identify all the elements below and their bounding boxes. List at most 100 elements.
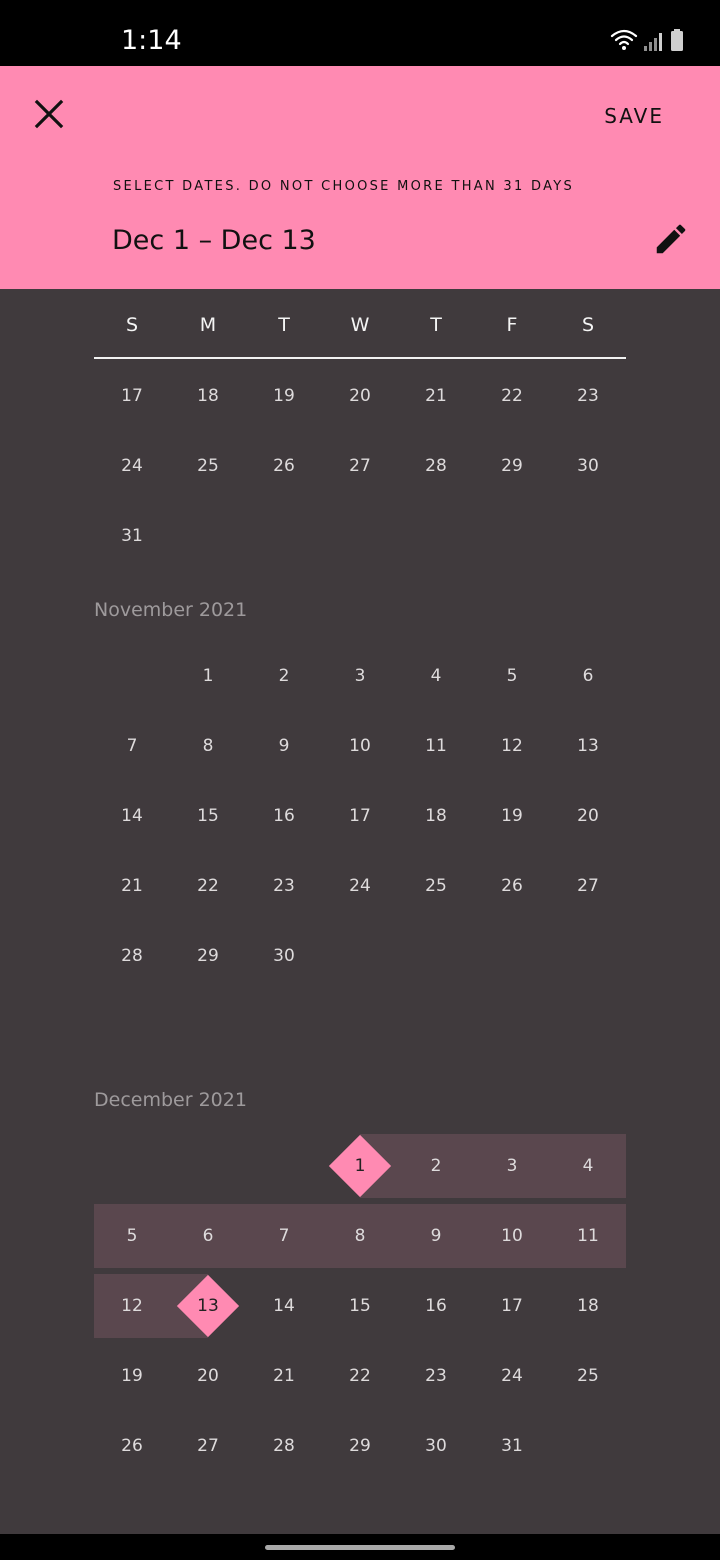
day-cell[interactable]: 29 (322, 1411, 398, 1481)
day-number: 29 (501, 456, 523, 476)
range-start-day[interactable]: 1 (322, 1131, 398, 1201)
day-cell[interactable]: 16 (398, 1271, 474, 1341)
day-cell[interactable]: 21 (398, 361, 474, 431)
day-cell[interactable]: 14 (94, 781, 170, 851)
day-cell[interactable]: 9 (398, 1201, 474, 1271)
day-number: 9 (278, 736, 290, 756)
day-cell[interactable]: 18 (398, 781, 474, 851)
day-cell[interactable]: 20 (322, 361, 398, 431)
day-cell[interactable]: 16 (246, 781, 322, 851)
calendar-week: 1 2 3 4 (94, 1131, 626, 1201)
day-cell[interactable]: 19 (474, 781, 550, 851)
day-cell[interactable]: 21 (246, 1341, 322, 1411)
day-number: 11 (577, 1226, 599, 1246)
month-label-text: November 2021 (94, 599, 248, 621)
day-cell[interactable]: 26 (246, 431, 322, 501)
day-number: 8 (202, 736, 214, 756)
day-cell[interactable]: 2 (398, 1131, 474, 1201)
day-cell[interactable]: 25 (398, 851, 474, 921)
day-cell[interactable]: 17 (322, 781, 398, 851)
day-cell[interactable]: 24 (94, 431, 170, 501)
day-number: 25 (425, 876, 447, 896)
day-cell[interactable]: 11 (398, 711, 474, 781)
empty-day-cell (170, 501, 246, 571)
day-cell[interactable]: 24 (322, 851, 398, 921)
day-cell[interactable]: 8 (170, 711, 246, 781)
day-cell[interactable]: 28 (246, 1411, 322, 1481)
day-cell[interactable]: 20 (550, 781, 626, 851)
day-cell[interactable]: 10 (322, 711, 398, 781)
day-cell[interactable]: 23 (398, 1341, 474, 1411)
day-cell[interactable]: 29 (474, 431, 550, 501)
day-cell[interactable]: 17 (94, 361, 170, 431)
day-cell[interactable]: 9 (246, 711, 322, 781)
day-cell[interactable]: 27 (322, 431, 398, 501)
day-cell[interactable]: 26 (474, 851, 550, 921)
day-cell[interactable]: 20 (170, 1341, 246, 1411)
calendar-week: 21 22 23 24 25 26 27 (94, 851, 626, 921)
day-cell[interactable]: 17 (474, 1271, 550, 1341)
day-cell[interactable]: 29 (170, 921, 246, 991)
day-cell[interactable]: 22 (322, 1341, 398, 1411)
day-cell[interactable]: 7 (246, 1201, 322, 1271)
close-icon (34, 99, 64, 129)
calendar-week: 28 29 30 (94, 921, 626, 991)
day-cell[interactable]: 25 (550, 1341, 626, 1411)
day-cell[interactable]: 18 (170, 361, 246, 431)
day-cell[interactable]: 15 (322, 1271, 398, 1341)
day-cell[interactable]: 27 (170, 1411, 246, 1481)
day-number: 3 (354, 666, 366, 686)
day-cell[interactable]: 31 (94, 501, 170, 571)
home-indicator[interactable] (265, 1545, 455, 1550)
day-cell[interactable]: 1 (170, 641, 246, 711)
weekday-label: S (581, 314, 595, 336)
day-cell[interactable]: 19 (94, 1341, 170, 1411)
day-cell[interactable]: 6 (550, 641, 626, 711)
month-label: November 2021 (94, 571, 626, 641)
day-cell[interactable]: 23 (246, 851, 322, 921)
day-cell[interactable]: 3 (322, 641, 398, 711)
day-cell[interactable]: 2 (246, 641, 322, 711)
day-cell[interactable]: 25 (170, 431, 246, 501)
day-cell[interactable]: 22 (170, 851, 246, 921)
day-cell[interactable]: 30 (246, 921, 322, 991)
day-cell[interactable]: 4 (398, 641, 474, 711)
day-cell[interactable]: 26 (94, 1411, 170, 1481)
day-cell[interactable]: 28 (398, 431, 474, 501)
day-cell[interactable]: 18 (550, 1271, 626, 1341)
pencil-icon (656, 224, 686, 254)
day-cell[interactable]: 14 (246, 1271, 322, 1341)
status-time: 1:14 (121, 25, 182, 56)
day-cell[interactable]: 12 (474, 711, 550, 781)
day-cell[interactable]: 13 (550, 711, 626, 781)
day-cell[interactable]: 15 (170, 781, 246, 851)
day-number: 6 (582, 666, 594, 686)
day-cell[interactable]: 27 (550, 851, 626, 921)
day-cell[interactable]: 23 (550, 361, 626, 431)
day-cell[interactable]: 6 (170, 1201, 246, 1271)
day-cell[interactable]: 30 (398, 1411, 474, 1481)
day-cell[interactable]: 30 (550, 431, 626, 501)
save-button[interactable]: SAVE (604, 104, 664, 128)
month-label-text: December 2021 (94, 1089, 247, 1111)
day-cell[interactable]: 5 (474, 641, 550, 711)
day-cell[interactable]: 31 (474, 1411, 550, 1481)
day-cell[interactable]: 12 (94, 1271, 170, 1341)
day-cell[interactable]: 4 (550, 1131, 626, 1201)
day-cell[interactable]: 21 (94, 851, 170, 921)
day-cell[interactable]: 28 (94, 921, 170, 991)
day-cell[interactable]: 22 (474, 361, 550, 431)
day-cell[interactable]: 11 (550, 1201, 626, 1271)
day-cell[interactable]: 24 (474, 1341, 550, 1411)
day-cell[interactable]: 10 (474, 1201, 550, 1271)
range-end-day[interactable]: 13 (170, 1271, 246, 1341)
edit-input-mode-button[interactable] (652, 220, 690, 258)
helper-text: SELECT DATES. DO NOT CHOOSE MORE THAN 31… (113, 179, 575, 194)
day-cell[interactable]: 7 (94, 711, 170, 781)
close-button[interactable] (31, 96, 67, 132)
day-cell[interactable]: 3 (474, 1131, 550, 1201)
calendar-scroll[interactable]: 17 18 19 20 21 22 23 24 25 26 27 28 29 30 31 November 2… (94, 361, 626, 1481)
day-cell[interactable]: 19 (246, 361, 322, 431)
day-cell[interactable]: 8 (322, 1201, 398, 1271)
day-cell[interactable]: 5 (94, 1201, 170, 1271)
